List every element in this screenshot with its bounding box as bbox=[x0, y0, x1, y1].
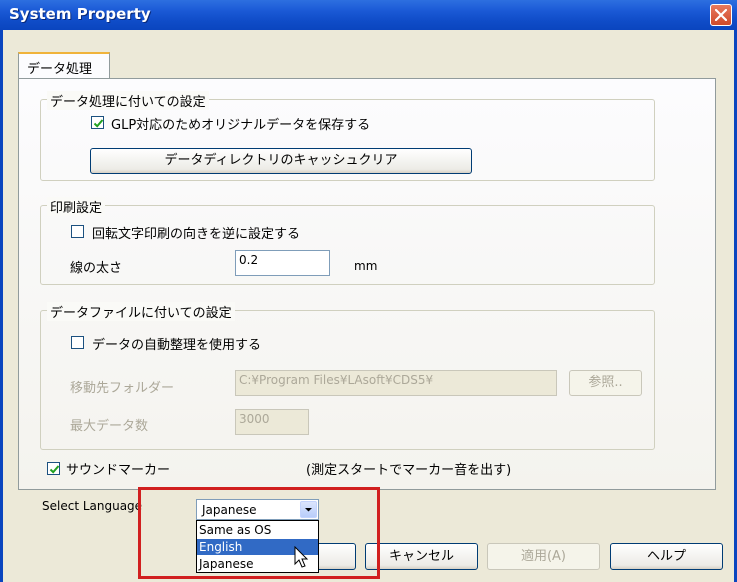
sound-marker-note: (測定スタートでマーカー音を出す) bbox=[306, 463, 512, 478]
checkmark-icon bbox=[49, 465, 60, 474]
group-print-legend: 印刷設定 bbox=[47, 197, 106, 216]
system-property-dialog: System Property データ処理 データ処理に付いての設定 GLP対応… bbox=[0, 0, 737, 582]
group-data-processing: データ処理に付いての設定 GLP対応のためオリジナルデータを保存する データディ… bbox=[40, 91, 655, 181]
tab-panel: データ処理に付いての設定 GLP対応のためオリジナルデータを保存する データディ… bbox=[18, 78, 716, 490]
group-print: 印刷設定 回転文字印刷の向きを逆に設定する 線の太さ 0.2 mm bbox=[40, 197, 655, 285]
group-data-processing-legend: データ処理に付いての設定 bbox=[47, 91, 209, 110]
window-title: System Property bbox=[9, 5, 151, 23]
auto-organize-label: データの自動整理を使用する bbox=[92, 338, 262, 353]
browse-button[interactable]: 参照.. bbox=[569, 370, 642, 396]
glp-checkbox-label: GLP対応のためオリジナルデータを保存する bbox=[111, 118, 371, 133]
reverse-rotation-checkbox[interactable] bbox=[71, 225, 84, 238]
max-data-label: 最大データ数 bbox=[70, 419, 149, 434]
tab-label: データ処理 bbox=[27, 62, 93, 77]
reverse-rotation-label: 回転文字印刷の向きを逆に設定する bbox=[92, 227, 301, 242]
select-language-label: Select Language bbox=[42, 499, 143, 513]
checkmark-icon bbox=[93, 119, 104, 128]
group-data-file-legend: データファイルに付いての設定 bbox=[47, 302, 235, 321]
max-data-input[interactable]: 3000 bbox=[235, 409, 309, 435]
close-button[interactable] bbox=[710, 4, 732, 26]
glp-checkbox[interactable] bbox=[91, 116, 104, 129]
close-icon bbox=[715, 9, 727, 21]
sound-marker-checkbox[interactable] bbox=[47, 462, 60, 475]
line-width-input[interactable]: 0.2 bbox=[235, 250, 330, 276]
annotation-highlight-box bbox=[138, 487, 380, 579]
line-width-unit: mm bbox=[354, 259, 378, 273]
dest-folder-input[interactable]: C:¥Program Files¥LAsoft¥CDS5¥ bbox=[235, 370, 557, 396]
clear-cache-button[interactable]: データディレクトリのキャッシュクリア bbox=[90, 148, 472, 174]
help-button[interactable]: ヘルプ bbox=[610, 543, 723, 570]
line-width-label: 線の太さ bbox=[70, 261, 123, 276]
tab-data-processing[interactable]: データ処理 bbox=[18, 52, 110, 79]
auto-organize-checkbox[interactable] bbox=[71, 336, 84, 349]
apply-button[interactable]: 適用(A) bbox=[487, 543, 600, 570]
sound-marker-label: サウンドマーカー bbox=[66, 463, 171, 478]
title-bar[interactable]: System Property bbox=[0, 0, 737, 30]
cancel-button[interactable]: キャンセル bbox=[365, 543, 478, 570]
group-data-file: データファイルに付いての設定 データの自動整理を使用する 移動先フォルダー C:… bbox=[40, 302, 655, 450]
dest-folder-label: 移動先フォルダー bbox=[70, 381, 175, 396]
